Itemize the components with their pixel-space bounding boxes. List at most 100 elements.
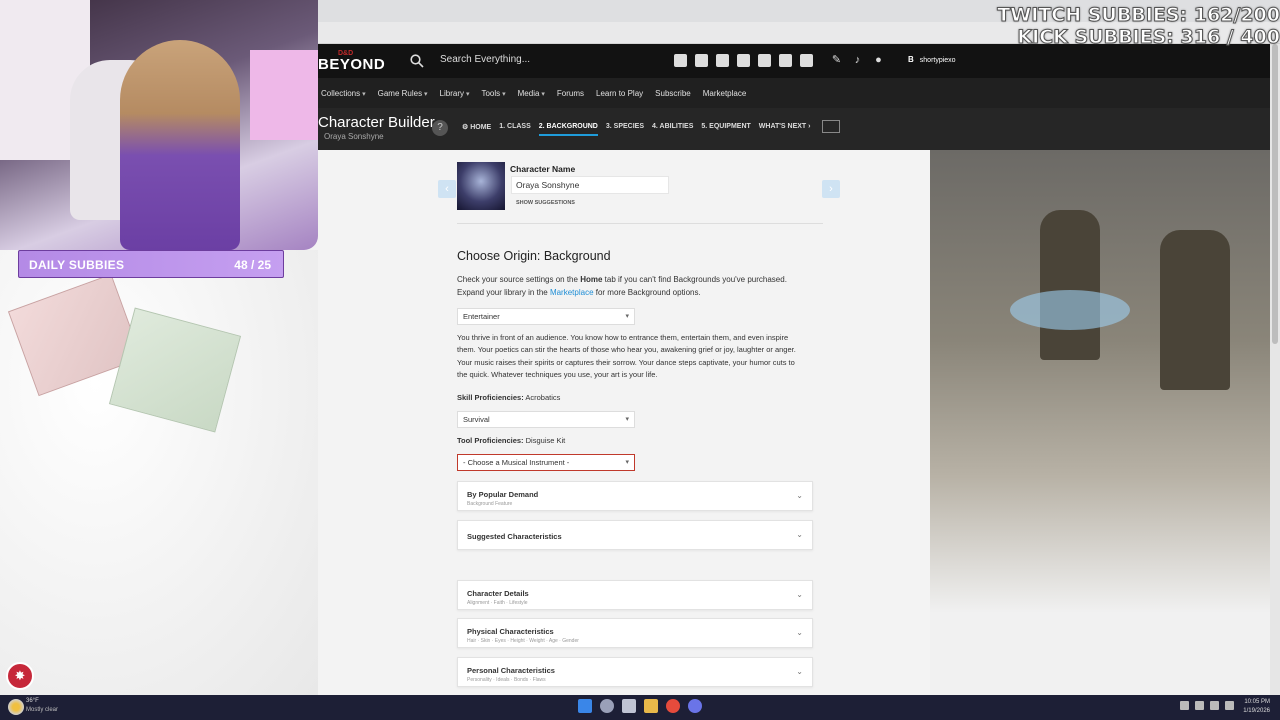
marketplace-link[interactable]: Marketplace: [550, 288, 594, 297]
edit-icon[interactable]: ✎: [830, 54, 843, 67]
search-input[interactable]: Search Everything...: [440, 54, 530, 65]
social-links: [674, 54, 813, 67]
accordion-title: Character Details: [467, 589, 529, 598]
nav-tools[interactable]: Tools: [478, 89, 514, 98]
clock[interactable]: 10:05 PM 1/19/2026: [1243, 698, 1270, 716]
step-background[interactable]: 2. BACKGROUND: [538, 123, 598, 136]
help-icon[interactable]: ?: [432, 120, 448, 136]
youtube-icon[interactable]: [779, 54, 792, 67]
webcam-overlay: [0, 0, 318, 250]
nav-library[interactable]: Library: [437, 89, 479, 98]
nav-game-rules[interactable]: Game Rules: [375, 89, 437, 98]
tool-proficiencies-label: Tool Proficiencies:: [457, 436, 524, 445]
top-nav: D&D BEYOND Search Everything... ✎ ♪ ● Bs…: [318, 44, 1280, 78]
wifi-icon[interactable]: [1210, 701, 1219, 710]
accordion-subtitle: Hair · Skin · Eyes · Height · Weight · A…: [467, 638, 579, 644]
instagram-icon[interactable]: [695, 54, 708, 67]
warrior-art: [1040, 210, 1100, 360]
intro-text-part: for more Background options.: [593, 287, 701, 297]
builder-steps: ⚙ HOME 1. CLASS 2. BACKGROUND 3. SPECIES…: [462, 123, 810, 136]
weather-icon[interactable]: [8, 699, 24, 715]
builder-content: ‹ › Character Name Oraya Sonshyne SHOW S…: [438, 150, 840, 695]
accordion-suggested-characteristics[interactable]: Suggested Characteristics ⌄: [457, 520, 813, 550]
windows-taskbar: 36°F Mostly clear 10:05 PM 1/19/2026: [0, 695, 1280, 720]
volume-icon[interactable]: [1225, 701, 1234, 710]
next-step-button[interactable]: ›: [822, 180, 840, 198]
intro-text-part: Expand your library in the: [457, 287, 550, 297]
nav-forums[interactable]: Forums: [554, 89, 593, 98]
accordion-character-details[interactable]: Character Details Alignment · Faith · Li…: [457, 580, 813, 610]
character-name-input[interactable]: Oraya Sonshyne: [511, 176, 669, 194]
site-header: D&D BEYOND Search Everything... ✎ ♪ ● Bs…: [318, 44, 1280, 150]
step-class[interactable]: 1. CLASS: [499, 123, 531, 136]
step-equipment[interactable]: 5. EQUIPMENT: [701, 123, 750, 136]
tiktok-icon[interactable]: [800, 54, 813, 67]
prev-step-button[interactable]: ‹: [438, 180, 456, 198]
page-scrollbar[interactable]: [1270, 44, 1280, 695]
nav-marketplace[interactable]: Marketplace: [700, 89, 756, 98]
tool-proficiencies: Tool Proficiencies: Disguise Kit: [457, 436, 565, 445]
magic-glow-art: [1010, 290, 1130, 330]
task-view-icon[interactable]: [622, 699, 636, 713]
nav-subscribe[interactable]: Subscribe: [652, 89, 700, 98]
bell-icon[interactable]: ♪: [851, 54, 864, 67]
accordion-title: By Popular Demand: [467, 490, 539, 499]
nav-collections[interactable]: Collections: [318, 89, 375, 98]
twitch-icon[interactable]: [737, 54, 750, 67]
network-icon[interactable]: [1195, 701, 1204, 710]
nav-learn-to-play[interactable]: Learn to Play: [593, 89, 652, 98]
step-whats-next[interactable]: WHAT'S NEXT ›: [759, 123, 811, 136]
accordion-title: Personal Characteristics: [467, 666, 555, 675]
start-icon[interactable]: [578, 699, 592, 713]
tool-proficiencies-value: Disguise Kit: [525, 436, 566, 445]
show-suggestions-link[interactable]: SHOW SUGGESTIONS: [516, 200, 575, 206]
daily-subs-goal: DAILY SUBBIES 48 / 25: [18, 250, 284, 278]
username: shortypiexo: [919, 57, 956, 64]
system-tray: [1180, 701, 1234, 710]
intro-text-part: tab if you can't find Backgrounds you've…: [602, 275, 787, 284]
builder-character-name: Oraya Sonshyne: [324, 132, 384, 141]
search-icon[interactable]: [600, 699, 614, 713]
accordion-personal-characteristics[interactable]: Personal Characteristics Personality · I…: [457, 657, 813, 687]
dice-badge-icon[interactable]: ✸: [6, 662, 34, 690]
discord-icon[interactable]: [688, 699, 702, 713]
user-menu[interactable]: Bshortypiexo: [908, 55, 956, 64]
background-select-value: Entertainer: [463, 312, 500, 321]
step-home[interactable]: ⚙ HOME: [462, 123, 491, 136]
twitch-subs-goal: TWITCH SUBBIES: 162/200: [997, 4, 1280, 27]
accordion-title: Physical Characteristics: [467, 627, 554, 636]
file-explorer-icon[interactable]: [644, 699, 658, 713]
scrollbar-thumb[interactable]: [1272, 44, 1278, 344]
character-portrait[interactable]: [457, 162, 505, 210]
background-art-left: [0, 250, 318, 695]
main-nav: Collections Game Rules Library Tools Med…: [318, 78, 1280, 108]
skill-proficiencies-label: Skill Proficiencies:: [457, 393, 524, 402]
accordion-by-popular-demand[interactable]: By Popular Demand Background Feature ⌄: [457, 481, 813, 511]
intro-text-part: Check your source settings on the: [457, 275, 581, 284]
accordion-subtitle: Personality · Ideals · Bonds · Flaws: [467, 677, 546, 683]
background-select[interactable]: Entertainer ▾: [457, 308, 635, 325]
dndbeyond-logo[interactable]: D&D BEYOND: [318, 50, 385, 74]
facebook-icon[interactable]: [716, 54, 729, 67]
chevron-down-icon: ▾: [625, 459, 629, 466]
chevron-down-icon: ▾: [625, 416, 629, 423]
character-sheet-icon[interactable]: [822, 120, 840, 133]
discord-icon[interactable]: [674, 54, 687, 67]
tray-arrow-icon[interactable]: [1180, 701, 1189, 710]
x-icon[interactable]: [758, 54, 771, 67]
musical-instrument-select[interactable]: - Choose a Musical Instrument - ▾: [457, 454, 635, 471]
warrior-art: [1160, 230, 1230, 390]
skill-select-value: Survival: [463, 415, 490, 424]
step-abilities[interactable]: 4. ABILITIES: [652, 123, 693, 136]
webcam-monitor: [250, 50, 318, 140]
home-tab-reference: Home: [580, 275, 603, 284]
chat-icon[interactable]: ●: [872, 54, 885, 67]
search-icon[interactable]: [410, 54, 424, 68]
chrome-icon[interactable]: [666, 699, 680, 713]
accordion-physical-characteristics[interactable]: Physical Characteristics Hair · Skin · E…: [457, 618, 813, 648]
chevron-down-icon: ⌄: [796, 667, 803, 676]
chevron-down-icon: ⌄: [796, 590, 803, 599]
step-species[interactable]: 3. SPECIES: [606, 123, 644, 136]
skill-select[interactable]: Survival ▾: [457, 411, 635, 428]
nav-media[interactable]: Media: [515, 89, 554, 98]
